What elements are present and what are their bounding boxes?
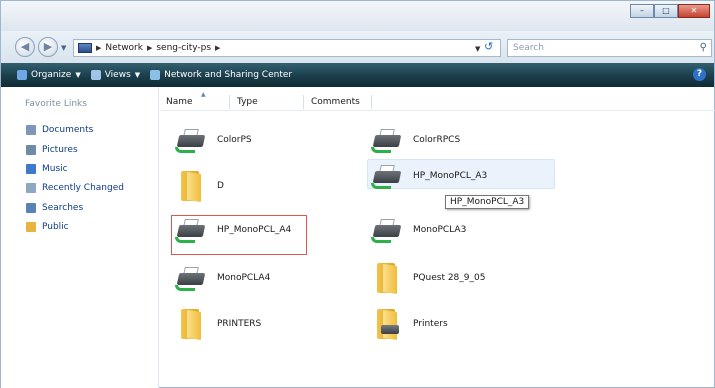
- column-comments[interactable]: Comments: [311, 97, 360, 107]
- minimize-button[interactable]: –: [630, 4, 654, 18]
- list-item[interactable]: PRINTERS: [175, 307, 261, 341]
- address-dropdown[interactable]: ▼: [475, 45, 480, 53]
- address-row: ◀ ▶ ▼ ▶ Network ▶ seng-city-ps ▶ ▼ ↺ Sea…: [1, 31, 714, 63]
- favorite-label: Pictures: [42, 145, 78, 155]
- breadcrumb-separator: ▶: [96, 44, 102, 52]
- public-folder-icon: [26, 222, 36, 232]
- list-item[interactable]: HP_MonoPCL_A4: [175, 217, 291, 243]
- recent-pages-dropdown[interactable]: ▼: [61, 44, 66, 52]
- list-item[interactable]: HP_MonoPCL_A3: [371, 163, 487, 189]
- item-label: MonoPCLA3: [413, 225, 467, 235]
- organize-icon: [17, 70, 27, 80]
- breadcrumb-separator: ▶: [146, 44, 153, 52]
- favorite-pictures[interactable]: Pictures: [26, 145, 78, 155]
- column-type[interactable]: Type: [237, 97, 258, 107]
- list-item[interactable]: D: [175, 169, 224, 203]
- item-label: PQuest 28_9_05: [413, 273, 486, 283]
- column-divider[interactable]: [229, 95, 230, 109]
- folder-icon: [371, 261, 405, 295]
- breadcrumb-network[interactable]: Network: [105, 43, 143, 53]
- printer-icon: [175, 217, 209, 243]
- item-label: ColorPS: [217, 135, 252, 145]
- item-label: MonoPCLA4: [217, 273, 271, 283]
- favorite-label: Recently Changed: [42, 183, 124, 193]
- breadcrumb-separator: ▶: [215, 44, 221, 52]
- list-item[interactable]: ColorPS: [175, 127, 252, 153]
- printer-icon: [371, 127, 405, 153]
- network-center-icon: [150, 70, 161, 80]
- column-headers: ▲ Name Type Comments: [161, 91, 715, 111]
- printer-icon: [371, 163, 405, 189]
- favorite-label: Public: [42, 222, 69, 232]
- column-divider[interactable]: [303, 95, 304, 109]
- folder-icon: [175, 307, 209, 341]
- printer-icon: [371, 217, 405, 243]
- list-item[interactable]: Printers: [371, 307, 448, 341]
- recently-changed-icon: [26, 183, 36, 193]
- favorite-searches[interactable]: Searches: [26, 203, 83, 213]
- views-button[interactable]: Views ▼: [90, 70, 141, 80]
- help-icon[interactable]: ?: [693, 68, 706, 81]
- network-center-label: Network and Sharing Center: [164, 70, 293, 80]
- music-icon: [26, 164, 36, 174]
- column-name[interactable]: Name: [166, 97, 193, 107]
- organize-label: Organize: [31, 70, 72, 80]
- favorite-label: Documents: [42, 125, 94, 135]
- item-label: ColorRPCS: [413, 135, 461, 145]
- views-label: Views: [104, 70, 131, 80]
- caption-buttons: – □ ✕: [630, 4, 710, 18]
- pictures-icon: [26, 145, 36, 155]
- explorer-window: – □ ✕ ◀ ▶ ▼ ▶ Network ▶ seng-city-ps ▶ ▼…: [0, 0, 715, 388]
- breadcrumb-server[interactable]: seng-city-ps: [156, 43, 211, 53]
- list-item[interactable]: PQuest 28_9_05: [371, 261, 485, 295]
- search-placeholder: Search: [513, 43, 544, 53]
- printer-icon: [175, 127, 209, 153]
- favorite-label: Music: [42, 164, 68, 174]
- file-list: ColorPS ColorRPCS D HP_MonoPCL_A3 HP_Mon…: [161, 111, 715, 388]
- network-center-button[interactable]: Network and Sharing Center: [150, 70, 292, 80]
- column-divider[interactable]: [371, 95, 372, 109]
- item-label: PRINTERS: [217, 319, 262, 329]
- printer-icon: [175, 265, 209, 291]
- back-button[interactable]: ◀: [15, 37, 35, 57]
- favorite-music[interactable]: Music: [26, 164, 68, 174]
- search-input[interactable]: Search ⚲: [507, 39, 712, 57]
- searches-icon: [26, 203, 36, 213]
- folder-icon: [175, 169, 209, 203]
- item-label: D: [217, 181, 224, 191]
- refresh-icon[interactable]: ↺: [484, 40, 493, 53]
- views-icon: [90, 70, 101, 80]
- network-icon: [78, 43, 92, 53]
- item-label: Printers: [413, 319, 448, 329]
- list-item[interactable]: MonoPCLA4: [175, 265, 270, 291]
- tooltip: HP_MonoPCL_A3: [445, 195, 530, 209]
- search-icon[interactable]: ⚲: [700, 40, 707, 56]
- favorite-label: Searches: [42, 203, 84, 213]
- documents-icon: [26, 125, 36, 135]
- item-label: HP_MonoPCL_A3: [413, 171, 488, 181]
- navigation-pane: Favorite Links Documents Pictures Music …: [1, 87, 159, 388]
- address-bar[interactable]: ▶ Network ▶ seng-city-ps ▶: [73, 39, 501, 57]
- list-item[interactable]: ColorRPCS: [371, 127, 460, 153]
- chevron-down-icon: ▼: [134, 71, 141, 79]
- close-button[interactable]: ✕: [678, 4, 710, 18]
- favorite-documents[interactable]: Documents: [26, 125, 93, 135]
- title-bar: – □ ✕: [1, 1, 714, 31]
- command-bar: Organize ▼ Views ▼ Network and Sharing C…: [1, 63, 714, 87]
- maximize-button[interactable]: □: [654, 4, 678, 18]
- sort-arrow-icon: ▲: [201, 91, 206, 98]
- favorite-recently-changed[interactable]: Recently Changed: [26, 183, 124, 193]
- favorite-links-header: Favorite Links: [25, 99, 87, 109]
- list-item[interactable]: MonoPCLA3: [371, 217, 466, 243]
- favorite-public[interactable]: Public: [26, 222, 69, 232]
- organize-button[interactable]: Organize ▼: [17, 70, 81, 80]
- printers-folder-icon: [371, 307, 405, 341]
- forward-button[interactable]: ▶: [38, 37, 58, 57]
- item-label: HP_MonoPCL_A4: [217, 225, 292, 235]
- chevron-down-icon: ▼: [75, 71, 81, 79]
